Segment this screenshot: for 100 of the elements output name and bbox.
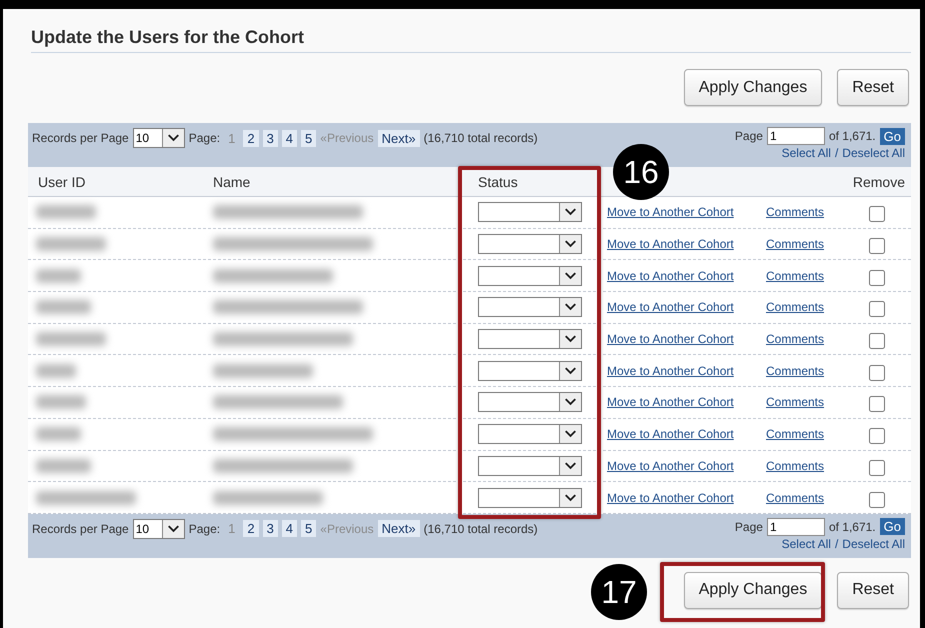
status-dropdown[interactable] <box>478 456 582 476</box>
go-button[interactable]: Go <box>880 518 905 536</box>
reset-button[interactable]: Reset <box>837 572 909 609</box>
move-to-cohort-link[interactable]: Move to Another Cohort <box>607 364 734 378</box>
redacted-text <box>36 237 106 252</box>
records-per-page-dropdown[interactable]: 10 <box>132 518 185 539</box>
move-to-cohort-link[interactable]: Move to Another Cohort <box>607 205 734 220</box>
comments-link[interactable]: Comments <box>766 268 824 283</box>
caret-icon <box>559 488 581 507</box>
redacted-text <box>36 268 81 283</box>
comments-link[interactable]: Comments <box>766 364 824 378</box>
page-number-field[interactable]: 1 <box>766 518 825 536</box>
page-title: Update the Users for the Cohort <box>31 27 911 53</box>
caret-icon <box>162 520 184 538</box>
comments-link[interactable]: Comments <box>766 427 824 442</box>
apply-changes-button[interactable]: Apply Changes <box>684 572 822 609</box>
caret-icon <box>162 129 184 147</box>
reset-button[interactable]: Reset <box>837 69 909 106</box>
status-dropdown[interactable] <box>478 297 582 318</box>
page-link[interactable]: 3 <box>262 130 278 146</box>
records-per-page-label: Records per Page <box>32 522 129 536</box>
deselect-all-link[interactable]: Deselect All <box>842 146 905 160</box>
move-to-cohort-link[interactable]: Move to Another Cohort <box>607 427 734 442</box>
deselect-all-link[interactable]: Deselect All <box>842 536 905 551</box>
caret-icon <box>559 330 581 348</box>
remove-checkbox[interactable] <box>868 396 884 412</box>
apply-changes-button[interactable]: Apply Changes <box>684 69 822 106</box>
move-to-cohort-link[interactable]: Move to Another Cohort <box>607 268 734 283</box>
caret-icon <box>559 362 581 380</box>
records-per-page-dropdown[interactable]: 10 <box>132 128 185 148</box>
redacted-text <box>36 205 96 220</box>
next-link[interactable]: Next» <box>378 130 420 146</box>
page-link[interactable]: 5 <box>301 520 316 538</box>
remove-checkbox[interactable] <box>868 492 884 508</box>
move-to-cohort-link[interactable]: Move to Another Cohort <box>607 395 734 410</box>
status-dropdown[interactable] <box>478 234 582 254</box>
total-records-text: (16,710 total records) <box>424 131 538 145</box>
separator-text: / <box>834 146 838 160</box>
comments-link[interactable]: Comments <box>766 205 824 220</box>
redacted-text <box>36 458 91 473</box>
move-to-cohort-link[interactable]: Move to Another Cohort <box>607 300 734 314</box>
page-link[interactable]: 5 <box>301 130 316 146</box>
status-dropdown[interactable] <box>478 266 582 286</box>
page-link[interactable]: 4 <box>282 130 298 146</box>
select-all-link[interactable]: Select All <box>782 536 831 551</box>
comments-link[interactable]: Comments <box>766 300 824 314</box>
records-per-page-label: Records per Page <box>32 131 129 145</box>
page-link[interactable]: 3 <box>262 520 278 538</box>
redacted-text <box>36 395 86 410</box>
remove-checkbox[interactable] <box>868 270 884 286</box>
caret-icon <box>559 203 581 222</box>
status-dropdown[interactable] <box>478 202 582 222</box>
select-all-link[interactable]: Select All <box>782 146 831 160</box>
comments-link[interactable]: Comments <box>766 395 824 410</box>
move-to-cohort-link[interactable]: Move to Another Cohort <box>607 237 734 252</box>
comments-link[interactable]: Comments <box>766 458 824 473</box>
page-number-field[interactable]: 1 <box>766 127 825 145</box>
page-link[interactable]: 2 <box>243 520 259 538</box>
caret-icon <box>559 425 581 444</box>
column-header: Name <box>212 172 252 192</box>
separator-text: / <box>834 536 838 551</box>
step-number-badge: 17 <box>591 564 647 620</box>
page-link[interactable]: 2 <box>243 130 259 146</box>
column-header: Remove <box>852 172 906 192</box>
column-header: Status <box>477 172 519 192</box>
move-to-cohort-link[interactable]: Move to Another Cohort <box>607 332 734 346</box>
status-dropdown[interactable] <box>478 329 582 350</box>
comments-link[interactable]: Comments <box>766 332 824 346</box>
redacted-text <box>36 300 91 314</box>
page-label: Page: <box>188 522 220 536</box>
go-button[interactable]: Go <box>880 128 905 144</box>
remove-checkbox[interactable] <box>868 428 884 444</box>
next-link[interactable]: Next» <box>378 520 420 538</box>
caret-icon <box>559 393 581 412</box>
remove-checkbox[interactable] <box>868 238 884 254</box>
page-label: Page <box>734 520 763 534</box>
status-dropdown[interactable] <box>478 360 582 381</box>
redacted-text <box>36 332 106 346</box>
remove-checkbox[interactable] <box>868 333 884 350</box>
move-to-cohort-link[interactable]: Move to Another Cohort <box>607 490 734 505</box>
remove-checkbox[interactable] <box>868 460 884 476</box>
redacted-text <box>36 364 76 378</box>
column-header: User ID <box>37 172 86 192</box>
redacted-text <box>36 427 81 442</box>
remove-checkbox[interactable] <box>868 206 884 222</box>
status-dropdown[interactable] <box>478 424 582 444</box>
remove-checkbox[interactable] <box>868 364 884 381</box>
page-label: Page: <box>188 131 220 145</box>
caret-icon <box>559 456 581 475</box>
caret-icon <box>559 235 581 254</box>
caret-icon <box>559 266 581 285</box>
comments-link[interactable]: Comments <box>766 237 824 252</box>
move-to-cohort-link[interactable]: Move to Another Cohort <box>607 458 734 473</box>
remove-checkbox[interactable] <box>868 301 884 318</box>
status-dropdown[interactable] <box>478 488 582 508</box>
total-records-text: (16,710 total records) <box>424 522 538 536</box>
page-label: Page <box>734 129 763 143</box>
status-dropdown[interactable] <box>478 392 582 412</box>
comments-link[interactable]: Comments <box>766 490 824 505</box>
page-link[interactable]: 4 <box>282 520 298 538</box>
